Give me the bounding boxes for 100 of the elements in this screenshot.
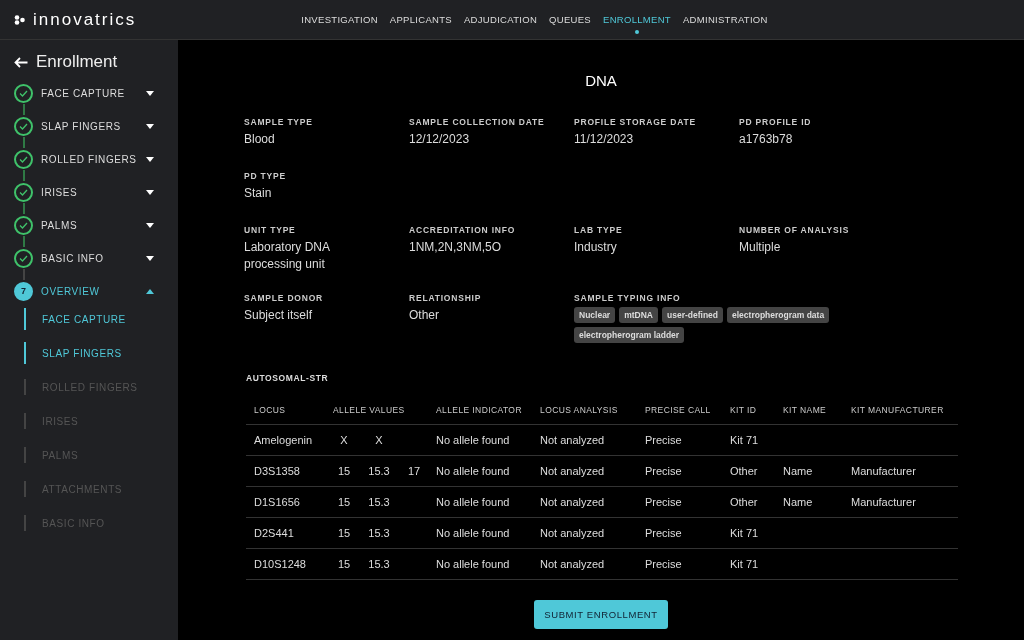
table-cell: Name xyxy=(783,496,813,508)
table-cell: Precise xyxy=(645,558,682,570)
field-label: NUMBER OF ANALYSIS xyxy=(739,225,851,235)
step-item[interactable]: BASIC INFO xyxy=(14,247,164,269)
table-cell: Not analyzed xyxy=(540,496,605,508)
table-cell: D1S1656 xyxy=(254,496,300,508)
tag: mtDNA xyxy=(619,307,658,323)
step-label: FACE CAPTURE xyxy=(41,87,126,99)
step-item[interactable]: SLAP FINGERS xyxy=(14,115,164,137)
allele-value: 15.3 xyxy=(368,496,390,508)
sidebar-title: Enrollment xyxy=(36,52,118,72)
column-header: KIT MANUFACTURER xyxy=(843,395,958,425)
field-label: SAMPLE COLLECTION DATE xyxy=(409,117,546,127)
field-label: LAB TYPE xyxy=(574,225,624,235)
field-label: SAMPLE DONOR xyxy=(244,293,325,303)
submit-button[interactable]: SUBMIT ENROLLMENT xyxy=(534,600,668,629)
nav-tab[interactable]: ENROLLMENT xyxy=(603,10,671,29)
field-value: a1763b78 xyxy=(739,131,794,148)
back-arrow-icon[interactable] xyxy=(14,56,28,68)
field-label: SAMPLE TYPE xyxy=(244,117,314,127)
field-value: Laboratory DNA processing unit xyxy=(244,239,331,273)
field-value: Industry xyxy=(574,239,618,256)
caret-up-icon xyxy=(146,288,154,294)
allele-value: 15 xyxy=(336,558,352,570)
tag: electropherogram data xyxy=(727,307,830,323)
caret-down-icon xyxy=(146,90,154,96)
field-value: 11/12/2023 xyxy=(574,131,635,148)
table-cell: Precise xyxy=(645,434,682,446)
caret-down-icon xyxy=(146,255,154,261)
column-header: ALLELE VALUES xyxy=(325,395,428,425)
section-title: AUTOSOMAL-STR xyxy=(246,373,330,383)
caret-down-icon xyxy=(146,189,154,195)
field-label: PROFILE STORAGE DATE xyxy=(574,117,697,127)
field-value: Subject itself xyxy=(244,307,314,324)
nav-tab[interactable]: QUEUES xyxy=(549,10,591,29)
step-item[interactable]: 7 OVERVIEW xyxy=(14,280,164,302)
table-cell: No allele found xyxy=(436,558,510,570)
table-cell: Manufacturer xyxy=(851,465,916,477)
logo-icon xyxy=(14,14,25,25)
field-value: Stain xyxy=(244,185,273,202)
step-label: BASIC INFO xyxy=(41,252,105,264)
table-cell: No allele found xyxy=(436,496,510,508)
step-item[interactable]: PALMS xyxy=(14,214,164,236)
table-cell: D2S441 xyxy=(254,527,294,539)
step-number: 7 xyxy=(14,281,33,301)
allele-value: 15.3 xyxy=(368,527,390,539)
allele-value: 15.3 xyxy=(368,465,390,477)
caret-down-icon xyxy=(146,222,154,228)
field-label: PD TYPE xyxy=(244,171,287,181)
field-label: UNIT TYPE xyxy=(244,225,297,235)
caret-down-icon xyxy=(146,156,154,162)
table-cell: Precise xyxy=(645,465,682,477)
column-header: KIT ID xyxy=(722,395,775,425)
tag: electropherogram ladder xyxy=(574,327,685,343)
table-cell: Manufacturer xyxy=(851,496,916,508)
column-header: PRECISE CALL xyxy=(637,395,722,425)
table-cell: Kit 71 xyxy=(730,527,759,539)
allele-value: 15.3 xyxy=(368,558,390,570)
table-cell: No allele found xyxy=(436,527,510,539)
brand-name: innovatrics xyxy=(33,9,137,30)
nav-tab[interactable]: ADMINISTRATION xyxy=(682,10,768,29)
nav-tab[interactable]: INVESTIGATION xyxy=(301,10,378,29)
field-value: Other xyxy=(409,307,440,324)
step-label: PALMS xyxy=(41,219,79,231)
field-label: SAMPLE TYPING INFO xyxy=(574,293,682,303)
table-cell: Precise xyxy=(645,496,682,508)
allele-value: 15 xyxy=(336,496,352,508)
step-item[interactable]: FACE CAPTURE xyxy=(14,82,164,104)
step-item[interactable]: ROLLED FINGERS xyxy=(14,148,164,170)
step-label: IRISES xyxy=(41,186,79,198)
nav-tab[interactable]: ADJUDICATION xyxy=(464,10,538,29)
allele-value: 15 xyxy=(336,527,352,539)
substep-item[interactable]: SLAP FINGERS xyxy=(14,336,164,370)
table-cell: Not analyzed xyxy=(540,558,605,570)
step-label: SLAP FINGERS xyxy=(41,120,122,132)
table-cell: Not analyzed xyxy=(540,465,605,477)
allele-value: 17 xyxy=(406,465,422,477)
allele-value: 15 xyxy=(336,465,352,477)
table-cell: Kit 71 xyxy=(730,434,759,446)
active-dot xyxy=(634,30,639,34)
tag: user-defined xyxy=(662,307,723,323)
table-cell: Other xyxy=(730,496,758,508)
field-value: Multiple xyxy=(739,239,782,256)
step-label: ROLLED FINGERS xyxy=(41,153,138,165)
step-label: OVERVIEW xyxy=(41,285,101,297)
table-cell: Other xyxy=(730,465,758,477)
step-item[interactable]: IRISES xyxy=(14,181,164,203)
field-label: RELATIONSHIP xyxy=(409,293,483,303)
table-cell: No allele found xyxy=(436,465,510,477)
field-value: 1NM,2N,3NM,5O xyxy=(409,239,503,256)
substep-label: FACE CAPTURE xyxy=(42,313,126,325)
table-cell: D3S1358 xyxy=(254,465,300,477)
nav-tab[interactable]: APPLICANTS xyxy=(389,10,452,29)
column-header: ALLELE INDICATOR xyxy=(428,395,532,425)
tag: Nuclear xyxy=(574,307,616,323)
substep-item[interactable]: FACE CAPTURE xyxy=(14,302,164,336)
field-value: Blood xyxy=(244,131,276,148)
field-label: ACCREDITATION INFO xyxy=(409,225,517,235)
table-cell: Not analyzed xyxy=(540,434,605,446)
field-value: 12/12/2023 xyxy=(409,131,471,148)
